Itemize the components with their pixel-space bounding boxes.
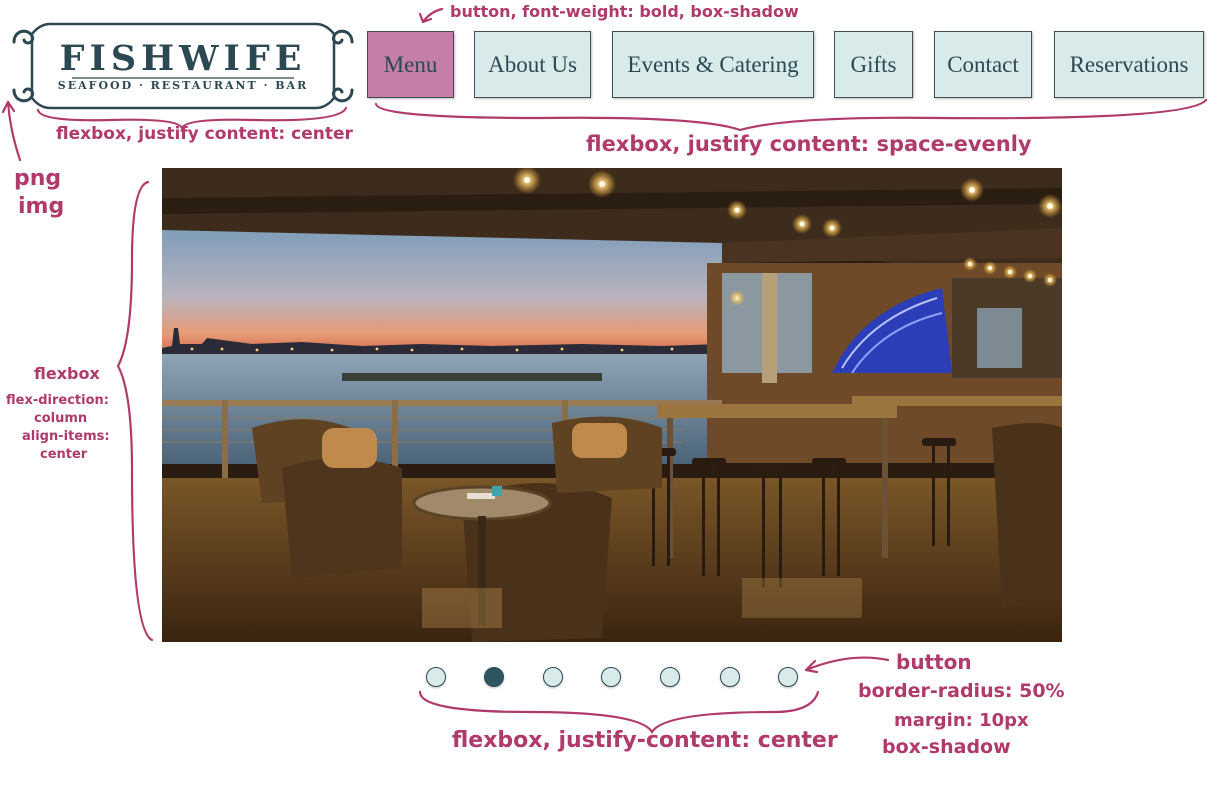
carousel-dot-6[interactable] <box>720 667 740 687</box>
annotation-nav-flex: flexbox, justify content: space-evenly <box>586 132 1032 156</box>
carousel-dot-2[interactable] <box>484 667 504 687</box>
carousel-dot-5[interactable] <box>660 667 680 687</box>
annotation-dot-radius: border-radius: 50% <box>858 680 1065 702</box>
nav-gifts-button[interactable]: Gifts <box>834 31 913 98</box>
carousel-dot-4[interactable] <box>601 667 621 687</box>
logo-title: FISHWIFE <box>59 38 307 79</box>
restaurant-photo <box>162 168 1062 642</box>
annotation-col-flex-line4: align-items: <box>22 429 110 444</box>
annotation-dot-button: button <box>896 650 972 674</box>
logo[interactable]: FISHWIFE SEAFOOD · RESTAURANT · BAR <box>10 18 356 112</box>
annotation-col-flex-line5: center <box>40 447 88 462</box>
annotation-col-flex-line1: flexbox <box>34 364 100 383</box>
annotation-png-line2: img <box>18 194 65 219</box>
annotation-dots-flex: flexbox, justify-content: center <box>452 728 838 753</box>
annotation-dot-shadow: box-shadow <box>882 736 1011 758</box>
nav-events-button[interactable]: Events & Catering <box>612 31 814 98</box>
logo-subtitle: SEAFOOD · RESTAURANT · BAR <box>57 79 309 92</box>
carousel-dot-1[interactable] <box>426 667 446 687</box>
carousel-dot-7[interactable] <box>778 667 798 687</box>
nav-contact-button[interactable]: Contact <box>934 31 1032 98</box>
annotation-logo-flex: flexbox, justify content: center <box>56 124 353 144</box>
annotation-col-flex-line2: flex-direction: <box>6 393 109 408</box>
annotation-png-line1: png <box>14 166 62 191</box>
annotation-nav-button: button, font-weight: bold, box-shadow <box>450 2 799 21</box>
carousel-dot-3[interactable] <box>543 667 563 687</box>
annotation-col-flex-line3: column <box>34 411 88 426</box>
annotation-dot-margin: margin: 10px <box>894 710 1029 731</box>
nav-about-button[interactable]: About Us <box>474 31 591 98</box>
nav-menu-button[interactable]: Menu <box>367 31 454 98</box>
nav-reservations-button[interactable]: Reservations <box>1054 31 1204 98</box>
hero-image <box>162 168 1062 642</box>
